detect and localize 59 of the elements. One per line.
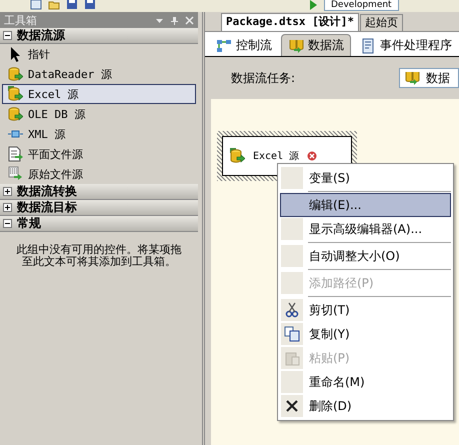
folder-icon [48,0,60,10]
pin-icon [170,16,179,24]
expand-icon [3,203,12,212]
document-tab[interactable]: 起始页 [360,14,403,31]
file-icon [7,146,23,162]
copy-icon [284,326,300,342]
menu-item[interactable]: 显示高级编辑器(A)... [280,217,451,241]
collapse-icon [3,31,12,40]
group-header[interactable]: 常规 [0,216,198,232]
toolbox-item[interactable]: OLE DB 源 [2,104,196,124]
group-header[interactable]: 数据流源 [0,28,198,44]
panel-title: 工具箱 [4,12,37,28]
group-label: 数据流目标 [17,199,77,216]
database-icon [7,106,23,122]
scissors-icon [284,302,300,318]
node-label: Excel 源 [253,150,300,163]
file-icon [7,166,23,182]
save-icon [84,0,96,10]
collapse-icon [3,219,12,228]
menu-item[interactable]: 编辑(E)... [280,193,451,217]
window-icon [30,0,42,10]
menu-item[interactable]: 重命名(M) [280,370,451,394]
clipboard-icon [284,350,300,366]
database-icon [404,70,420,86]
group-header[interactable]: 数据流目标 [0,200,198,216]
configuration-dropdown[interactable]: Development [324,0,399,11]
toolbox-item[interactable]: XML 源 [2,124,196,144]
toolbox-item[interactable]: DataReader 源 [2,64,196,84]
flow-icon [216,38,232,54]
task-dropdown[interactable]: 数据 [399,68,459,88]
menu-item[interactable]: 剪切(T) [280,298,451,322]
toolbox-item[interactable]: Excel 源 [2,84,196,104]
close-icon [185,16,194,24]
group-label: 常规 [17,215,41,232]
database-icon [7,66,23,82]
document-tab[interactable]: Package.dtsx [设计]* [221,13,359,31]
group-label: 数据流源 [17,27,65,44]
database-icon [7,86,23,102]
toolbox-item[interactable]: 指针 [2,44,196,64]
toolbox-item[interactable]: 原始文件源 [2,164,196,184]
menu-item[interactable]: 变量(S) [280,166,451,190]
designer-tab[interactable]: 事件处理程序 [353,34,459,56]
empty-group-message: 此组中没有可用的控件。将某项拖至此文本可将其添加到工具箱。 [16,242,182,270]
task-label: 数据流任务: [231,70,296,86]
document-icon [360,38,376,54]
menu-item[interactable]: 删除(D) [280,394,451,418]
group-header[interactable]: 数据流转换 [0,184,198,200]
designer-tab[interactable]: 数据流 [281,34,351,56]
expand-icon [3,187,12,196]
save-icon [66,0,78,10]
database-icon [288,38,304,54]
play-icon [308,0,318,10]
database-icon [229,148,245,164]
group-label: 数据流转换 [17,183,77,200]
menu-item[interactable]: 自动调整大小(O) [280,244,451,268]
toolbox-item[interactable]: 平面文件源 [2,144,196,164]
menu-item[interactable]: 复制(Y) [280,322,451,346]
designer-tab[interactable]: 控制流 [209,34,279,56]
delete-icon [284,398,300,414]
